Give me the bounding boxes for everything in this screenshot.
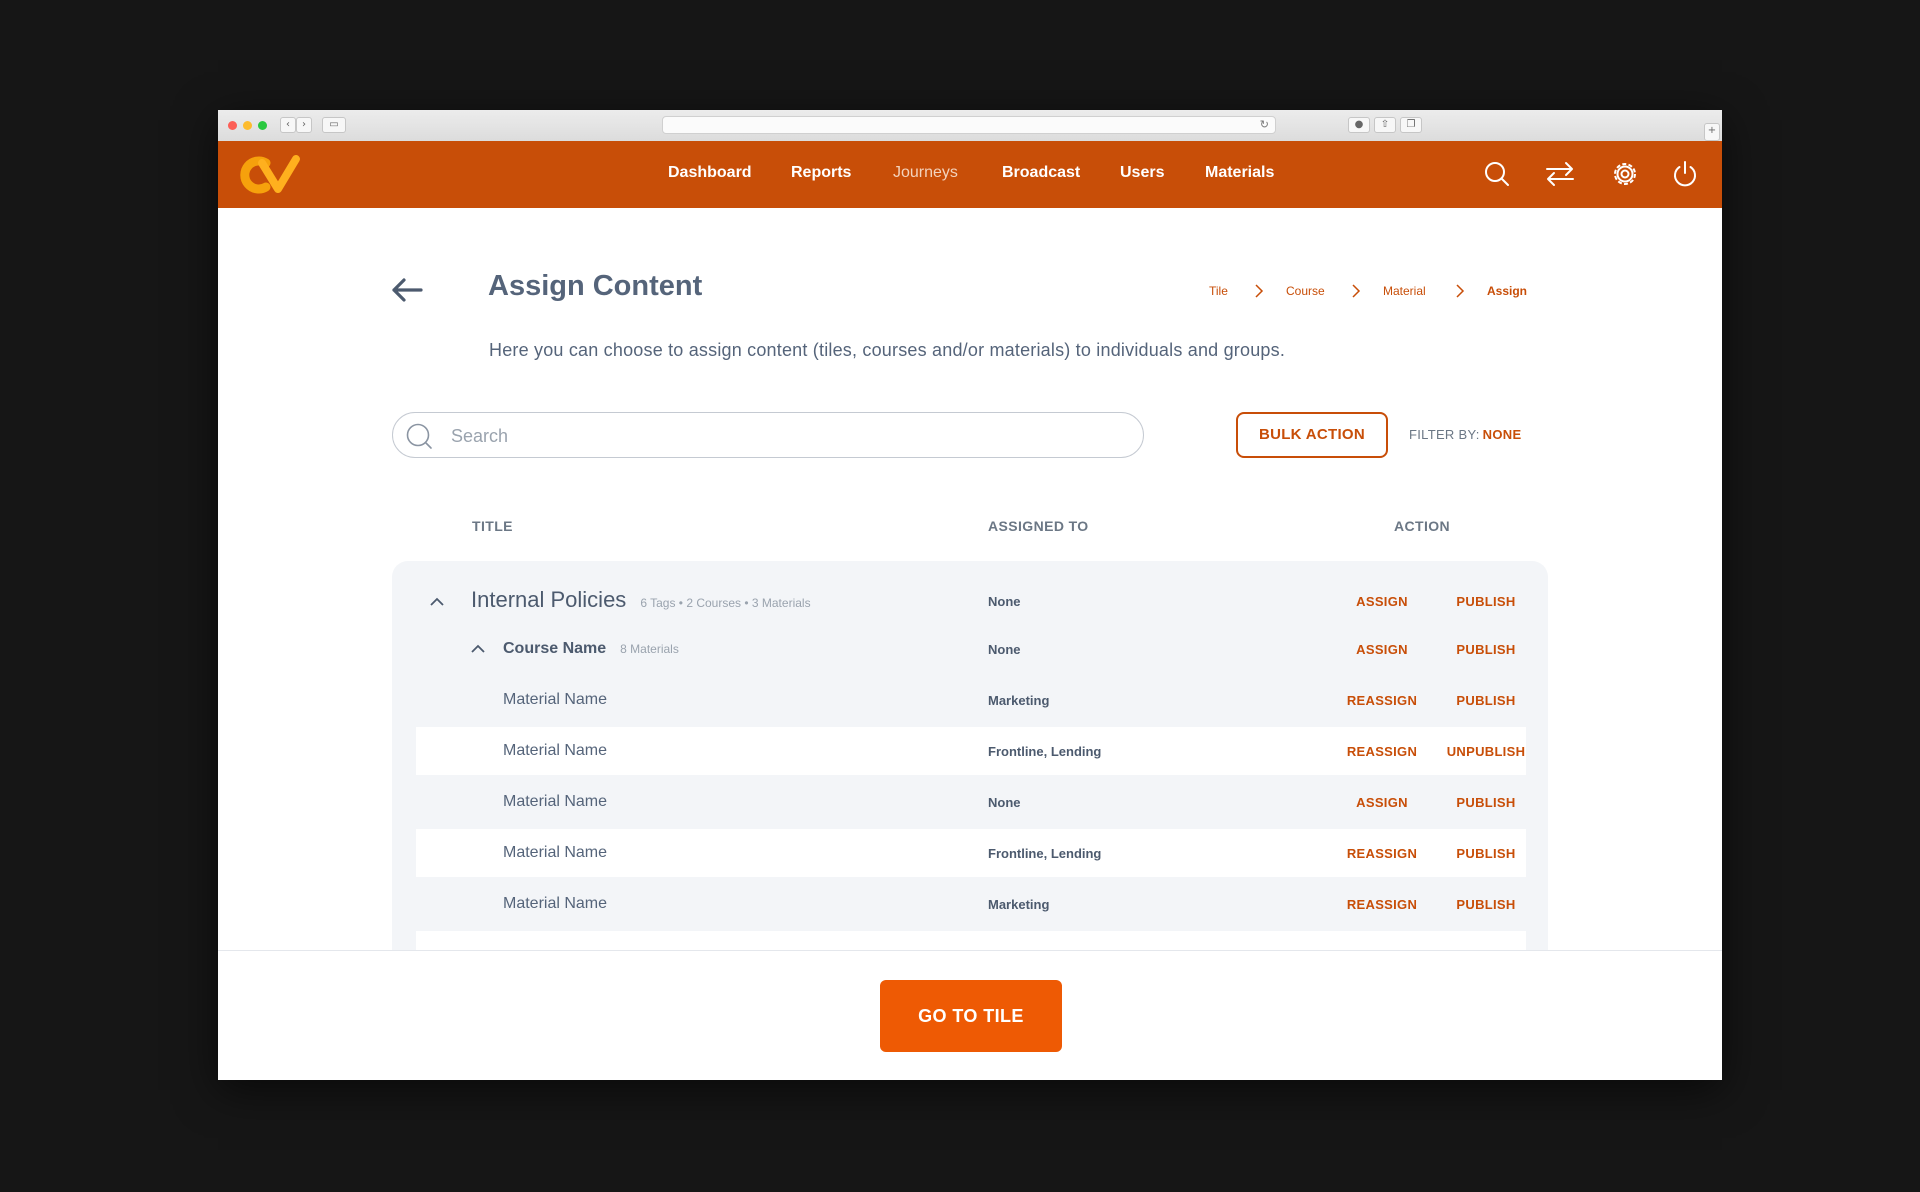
assign-button[interactable]: ASSIGN	[1332, 642, 1432, 657]
row-meta: 8 Materials	[620, 642, 679, 656]
sidebar-toggle-button[interactable]: ▭	[322, 117, 346, 133]
address-bar[interactable]: ↻	[662, 116, 1276, 134]
filter-value[interactable]: NONE	[1483, 427, 1522, 442]
gear-icon[interactable]	[1610, 159, 1640, 189]
row-title[interactable]: Material Name	[503, 691, 607, 709]
nav-users[interactable]: Users	[1120, 164, 1164, 182]
row-title[interactable]: Material Name	[503, 793, 607, 811]
reassign-button[interactable]: REASSIGN	[1332, 744, 1432, 759]
chevron-up-icon[interactable]	[430, 597, 444, 607]
row-assigned-to: Frontline, Lending	[988, 846, 1102, 861]
chevron-right-icon	[1352, 284, 1361, 298]
go-to-tile-button[interactable]: GO TO TILE	[880, 980, 1062, 1052]
search-icon[interactable]	[1482, 159, 1512, 189]
row-assigned-to: None	[988, 642, 1021, 657]
row-title[interactable]: Course Name	[503, 640, 606, 657]
publish-button[interactable]: PUBLISH	[1436, 642, 1536, 657]
row-assigned-to: Marketing	[988, 897, 1050, 912]
table-row-material: Material Name Frontline, Lending REASSIG…	[416, 829, 1526, 877]
content-table: Internal Policies 6 Tags • 2 Courses • 3 …	[392, 561, 1548, 981]
swap-arrows-icon[interactable]	[1545, 159, 1575, 189]
unpublish-button[interactable]: UNPUBLISH	[1436, 744, 1536, 759]
breadcrumb-material[interactable]: Material	[1383, 284, 1426, 298]
column-header-title: TITLE	[472, 518, 513, 534]
bulk-action-button[interactable]: BULK ACTION	[1236, 412, 1388, 458]
row-title[interactable]: Material Name	[503, 895, 607, 913]
top-navigation: Dashboard Reports Journeys Broadcast Use…	[218, 141, 1722, 208]
row-assigned-to: Frontline, Lending	[988, 744, 1102, 759]
filter-control[interactable]: FILTER BY: NONE	[1409, 427, 1521, 442]
publish-button[interactable]: PUBLISH	[1436, 795, 1536, 810]
search-icon	[406, 423, 432, 449]
table-row-tile: Internal Policies 6 Tags • 2 Courses • 3 …	[416, 577, 1526, 625]
table-row-material: Material Name Marketing REASSIGN PUBLISH	[416, 676, 1526, 724]
publish-button[interactable]: PUBLISH	[1436, 846, 1536, 861]
column-header-action: ACTION	[1394, 518, 1451, 534]
nav-dashboard[interactable]: Dashboard	[668, 164, 752, 182]
brand-logo[interactable]	[236, 151, 306, 197]
new-tab-button[interactable]: +	[1704, 123, 1720, 141]
browser-window: ‹ › ▭ ↻ ● ⇧ ❐ + Dashboard Reports Journe…	[218, 110, 1722, 1080]
row-assigned-to: None	[988, 594, 1021, 609]
maximize-window-button[interactable]	[258, 121, 267, 130]
reassign-button[interactable]: REASSIGN	[1332, 846, 1432, 861]
row-title[interactable]: Material Name	[503, 844, 607, 862]
row-meta: 6 Tags • 2 Courses • 3 Materials	[640, 596, 811, 610]
publish-button[interactable]: PUBLISH	[1436, 897, 1536, 912]
column-header-assigned-to: ASSIGNED TO	[988, 518, 1089, 534]
nav-broadcast[interactable]: Broadcast	[1002, 164, 1080, 182]
chevron-right-icon	[1255, 284, 1264, 298]
breadcrumb-tile[interactable]: Tile	[1209, 284, 1228, 298]
browser-toolbar: ‹ › ▭ ↻ ● ⇧ ❐ +	[218, 110, 1722, 142]
chevron-right-icon	[1456, 284, 1465, 298]
reload-icon[interactable]: ↻	[1260, 118, 1269, 131]
row-assigned-to: Marketing	[988, 693, 1050, 708]
table-row-course: Course Name 8 Materials None ASSIGN PUBLI…	[416, 625, 1526, 673]
breadcrumb-assign: Assign	[1487, 284, 1528, 298]
row-title[interactable]: Internal Policies	[471, 587, 626, 612]
row-title[interactable]: Material Name	[503, 742, 607, 760]
nav-journeys[interactable]: Journeys	[893, 164, 958, 182]
search-box	[392, 412, 1144, 458]
footer-bar: GO TO TILE	[218, 950, 1722, 1080]
row-assigned-to: None	[988, 795, 1021, 810]
assign-button[interactable]: ASSIGN	[1332, 795, 1432, 810]
breadcrumb: Tile Course Material Assign	[218, 284, 1722, 304]
search-input[interactable]	[449, 421, 1113, 451]
page-description: Here you can choose to assign content (t…	[489, 340, 1286, 360]
table-row-material: Material Name Marketing REASSIGN PUBLISH	[416, 880, 1526, 928]
nav-reports[interactable]: Reports	[791, 164, 851, 182]
browser-back-button[interactable]: ‹	[280, 117, 296, 133]
publish-button[interactable]: PUBLISH	[1436, 693, 1536, 708]
downloads-button[interactable]: ●	[1348, 117, 1370, 133]
reassign-button[interactable]: REASSIGN	[1332, 693, 1432, 708]
browser-forward-button[interactable]: ›	[296, 117, 312, 133]
reassign-button[interactable]: REASSIGN	[1332, 897, 1432, 912]
chevron-up-icon[interactable]	[471, 644, 485, 654]
table-row-material: Material Name None ASSIGN PUBLISH	[416, 778, 1526, 826]
table-row-material: Material Name Frontline, Lending REASSIG…	[416, 727, 1526, 775]
filter-label: FILTER BY:	[1409, 427, 1480, 442]
breadcrumb-course[interactable]: Course	[1286, 284, 1325, 298]
assign-button[interactable]: ASSIGN	[1332, 594, 1432, 609]
close-window-button[interactable]	[228, 121, 237, 130]
power-icon[interactable]	[1670, 159, 1700, 189]
publish-button[interactable]: PUBLISH	[1436, 594, 1536, 609]
share-button[interactable]: ⇧	[1374, 117, 1396, 133]
tabs-button[interactable]: ❐	[1400, 117, 1422, 133]
minimize-window-button[interactable]	[243, 121, 252, 130]
nav-materials[interactable]: Materials	[1205, 164, 1274, 182]
